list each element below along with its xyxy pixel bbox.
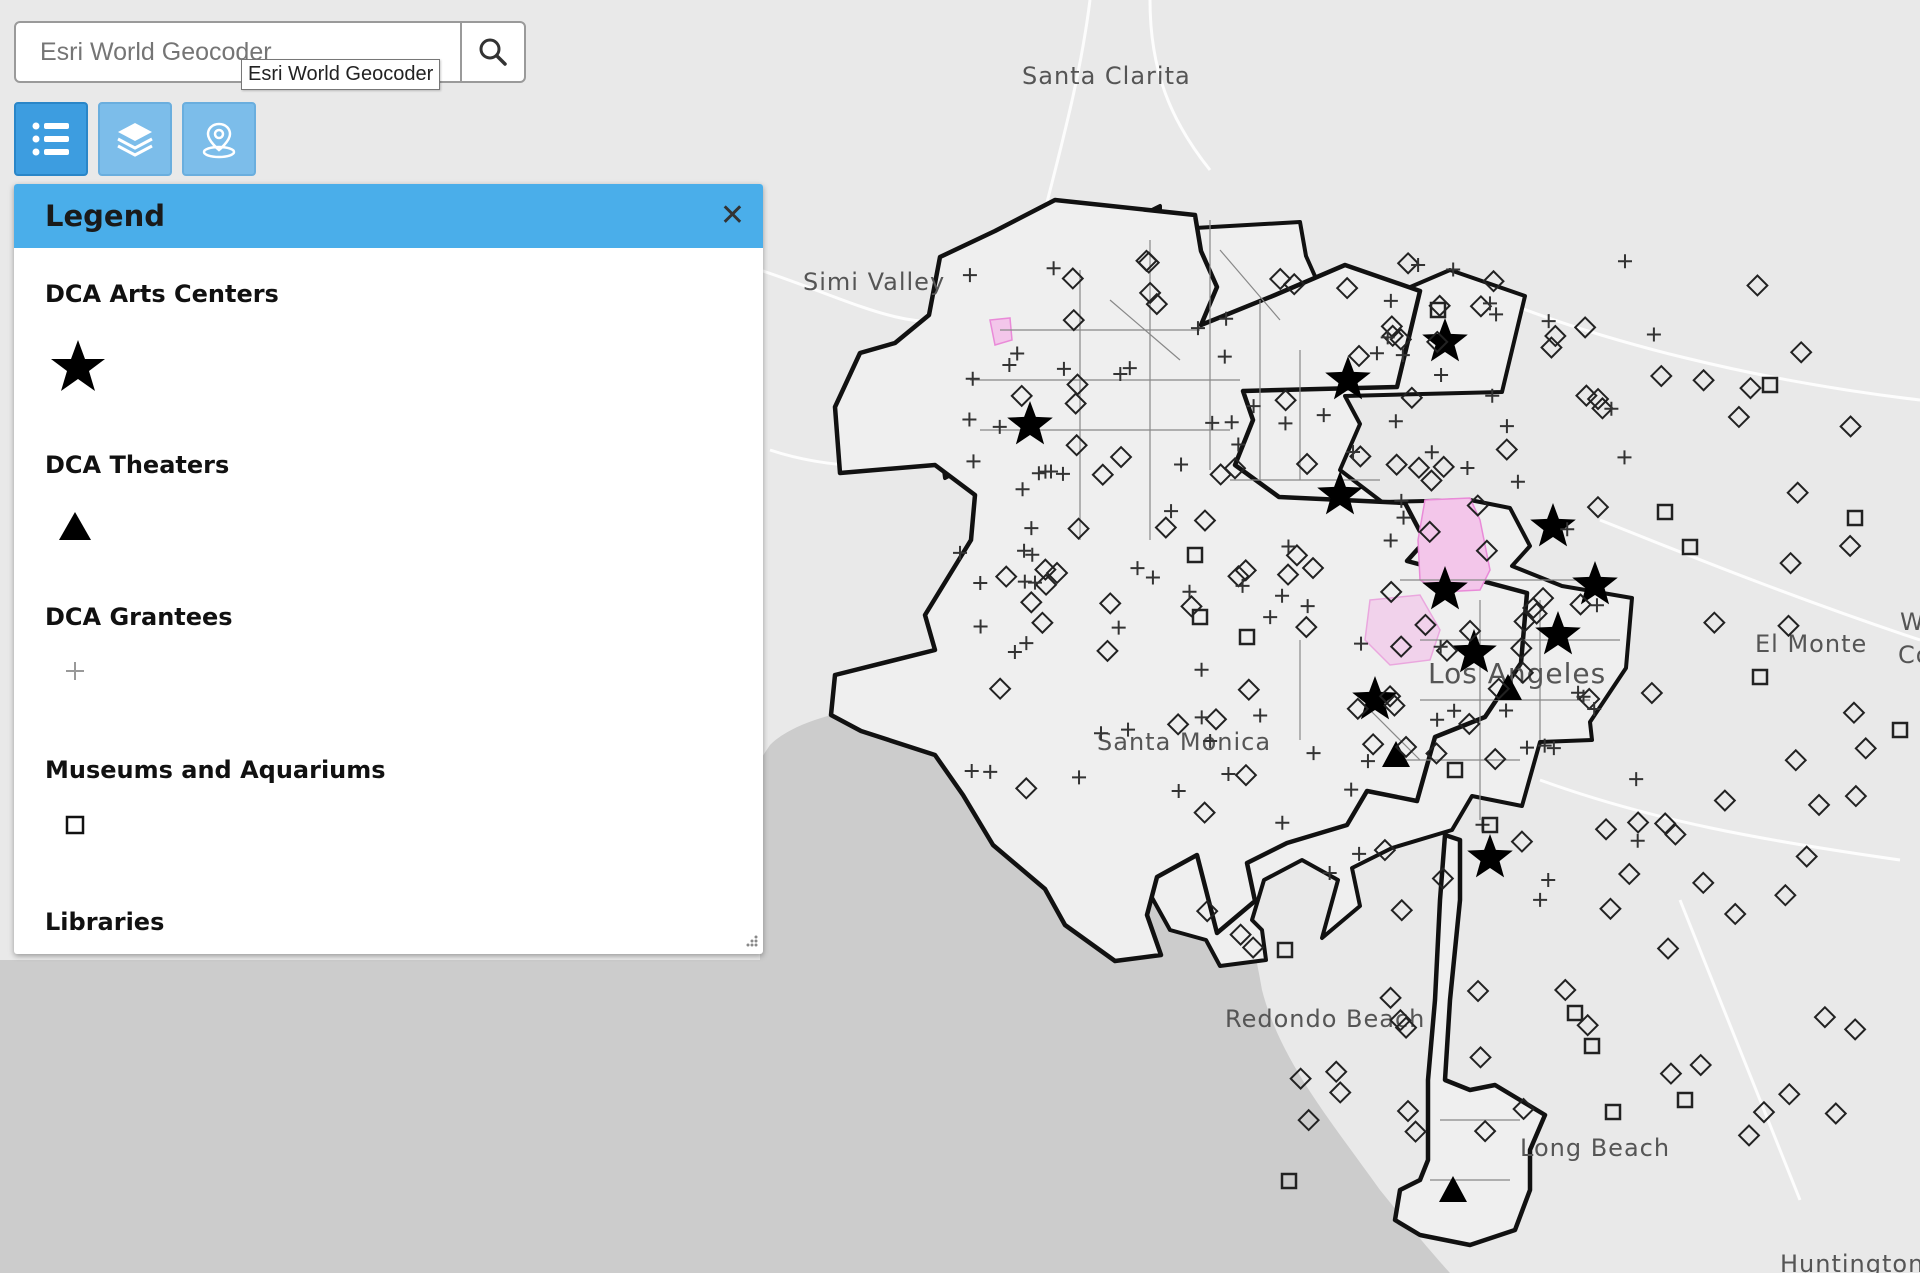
legend-item-label: DCA Arts Centers [45,280,279,308]
list-icon [32,122,69,156]
map-label-co: Co [1898,641,1920,669]
legend-toggle-button[interactable] [14,102,88,176]
legend-panel: Legend ✕ DCA Arts Centers DCA Theaters D… [14,184,763,954]
map-label-simi-valley: Simi Valley [803,268,945,296]
legend-body: DCA Arts Centers DCA Theaters DCA Grante… [14,248,763,954]
map-label-santa-clarita: Santa Clarita [1022,62,1191,90]
map-label-santa-monica: Santa Monica [1097,728,1271,756]
close-icon[interactable]: ✕ [720,201,745,231]
map-label-el-monte: El Monte [1755,630,1867,658]
square-icon [65,815,85,835]
map-label-long-beach: Long Beach [1520,1134,1670,1162]
legend-item-label: DCA Grantees [45,603,233,631]
map-label-w: W [1900,608,1920,636]
star-icon [51,340,105,391]
map-label-huntington: Huntington [1780,1250,1920,1273]
locate-button[interactable] [182,102,256,176]
legend-title: Legend [45,199,165,233]
plus-icon [66,662,84,680]
map-label-redondo-beach: Redondo Beach [1225,1005,1425,1033]
locate-pin-icon [202,122,236,159]
search-tooltip: Esri World Geocoder [241,59,441,90]
triangle-icon [59,512,91,540]
layers-button[interactable] [98,102,172,176]
search-icon [479,38,507,66]
layers-icon [117,123,153,157]
map-label-los-angeles: Los Angeles [1428,657,1606,690]
legend-header: Legend ✕ [14,184,763,248]
resize-handle-icon[interactable] [743,934,759,950]
search-button[interactable] [460,23,524,81]
legend-item-label: Libraries [45,908,165,936]
legend-item-label: DCA Theaters [45,451,230,479]
legend-item-label: Museums and Aquariums [45,756,386,784]
